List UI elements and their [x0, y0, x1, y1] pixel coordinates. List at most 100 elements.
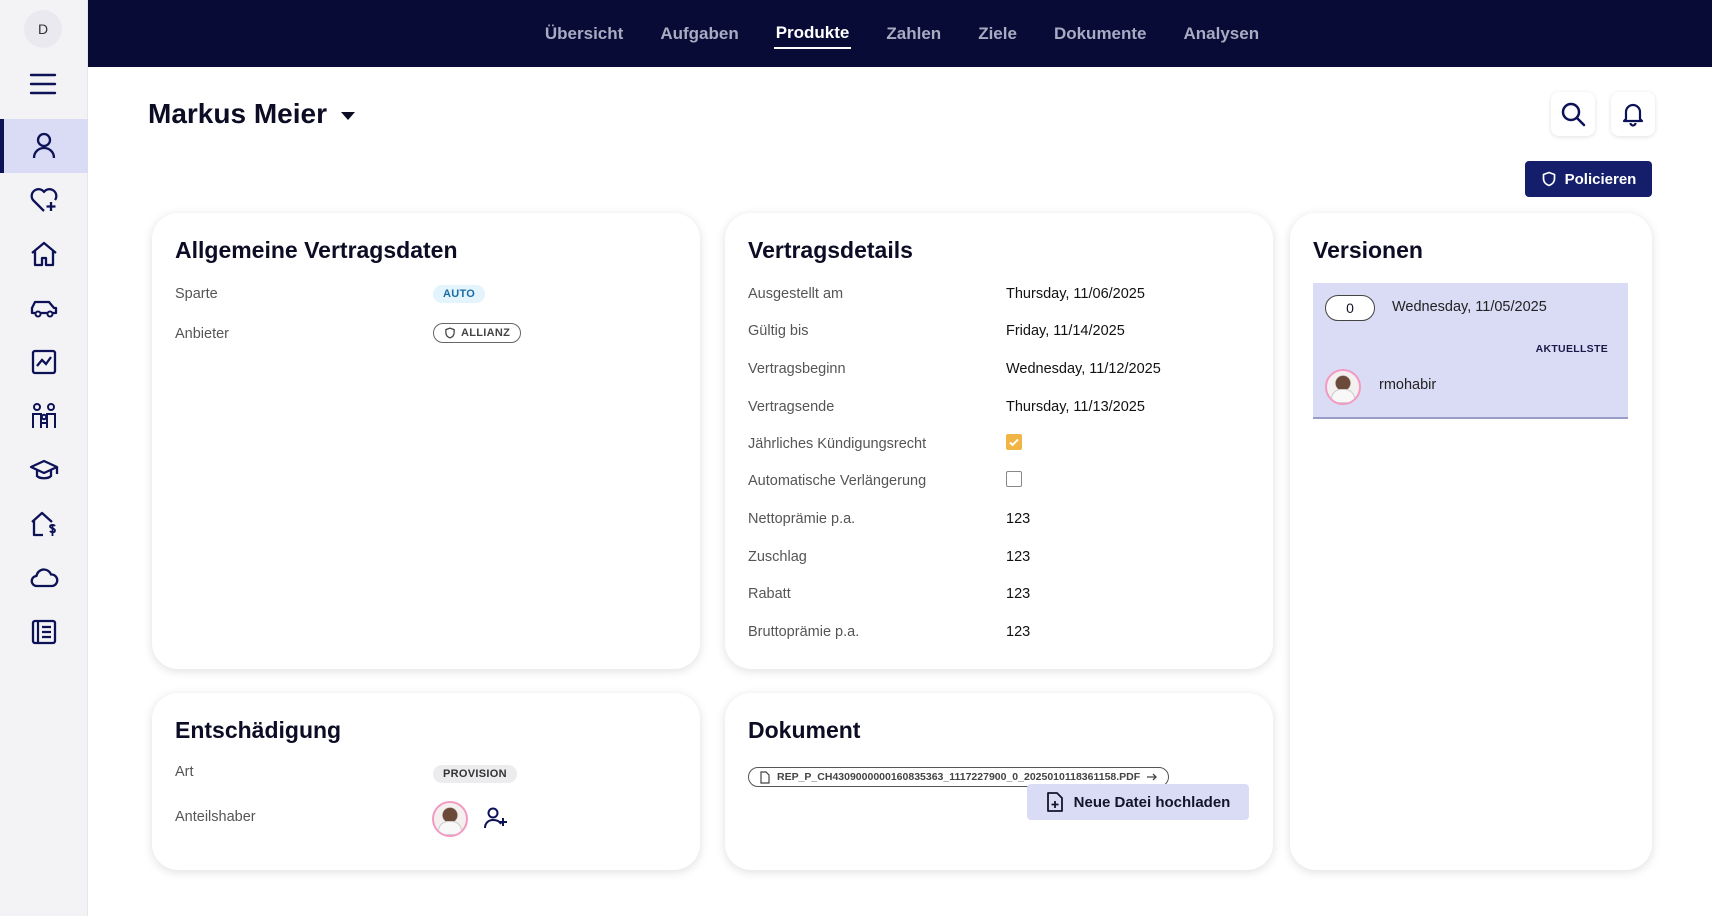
- sidebar-item-documents[interactable]: [0, 605, 88, 659]
- sidebar-item-mortgage[interactable]: [0, 497, 88, 551]
- person-name: Markus Meier: [148, 98, 327, 129]
- tab-zahlen[interactable]: Zahlen: [884, 20, 943, 48]
- top-navigation-bar: Übersicht Aufgaben Produkte Zahlen Ziele…: [88, 0, 1712, 67]
- arrow-right-icon: [1147, 773, 1158, 781]
- checkmark-icon: [1009, 438, 1019, 447]
- detail-row: Bruttoprämie p.a. 123: [748, 624, 1253, 648]
- main-tabs: Übersicht Aufgaben Produkte Zahlen Ziele…: [88, 0, 1712, 67]
- latest-tag: AKTUELLSTE: [1535, 343, 1608, 355]
- user-avatar[interactable]: D: [24, 10, 62, 48]
- sidebar-item-cloud[interactable]: [0, 551, 88, 605]
- sparte-badge: AUTO: [433, 285, 486, 303]
- art-label: Art: [175, 764, 194, 780]
- cloud-icon: [30, 568, 59, 588]
- family-icon: [32, 403, 56, 428]
- detail-label: Vertragsende: [748, 399, 835, 415]
- version-number: 0: [1325, 295, 1375, 321]
- detail-value: 123: [1006, 624, 1031, 640]
- sidebar-item-car[interactable]: [0, 281, 88, 335]
- sidebar-item-investments[interactable]: [0, 335, 88, 389]
- search-icon: [1561, 102, 1586, 127]
- car-icon: [30, 300, 58, 318]
- heart-plus-icon: [30, 188, 58, 212]
- detail-value: Wednesday, 11/12/2025: [1006, 361, 1161, 377]
- tab-ziele[interactable]: Ziele: [976, 20, 1019, 48]
- document-filename: REP_P_CH4309000000160835363_1117227900_0…: [777, 771, 1141, 783]
- sparte-row: Sparte AUTO: [175, 285, 680, 310]
- detail-row: Vertragsbeginn Wednesday, 11/12/2025: [748, 361, 1253, 385]
- contract-details-card: Vertragsdetails Ausgestellt am Thursday,…: [725, 213, 1273, 669]
- holder-avatar[interactable]: [432, 801, 468, 837]
- detail-label: Rabatt: [748, 586, 791, 602]
- version-date: Wednesday, 11/05/2025: [1392, 299, 1547, 315]
- shield-icon: [1542, 171, 1555, 187]
- version-item[interactable]: 0 Wednesday, 11/05/2025 AKTUELLSTE rmoha…: [1313, 283, 1628, 419]
- document-card: Dokument REP_P_CH4309000000160835363_111…: [725, 693, 1273, 870]
- detail-row: Nettoprämie p.a. 123: [748, 511, 1253, 535]
- card-title: Versionen: [1313, 237, 1423, 263]
- art-badge: PROVISION: [433, 765, 517, 783]
- detail-row: Automatische Verlängerung: [748, 471, 1253, 497]
- holders-label: Anteilshaber: [175, 809, 256, 825]
- hamburger-menu-icon[interactable]: [29, 72, 57, 96]
- anbieter-value: ALLIANZ: [461, 327, 511, 339]
- house-dollar-icon: [31, 511, 56, 537]
- detail-label: Vertragsbeginn: [748, 361, 846, 377]
- search-button[interactable]: [1551, 92, 1595, 136]
- detail-value: 123: [1006, 511, 1031, 527]
- card-title: Vertragsdetails: [748, 237, 913, 263]
- art-row: Art PROVISION: [175, 764, 680, 788]
- sidebar-item-family[interactable]: [0, 389, 88, 443]
- graduation-cap-icon: [29, 459, 59, 480]
- detail-row: Jährliches Kündigungsrecht: [748, 434, 1253, 460]
- anbieter-row: Anbieter ALLIANZ: [175, 323, 680, 350]
- user-icon: [32, 132, 56, 159]
- version-user-avatar: [1325, 369, 1361, 405]
- anbieter-badge: ALLIANZ: [433, 323, 522, 343]
- detail-row: Ausgestellt am Thursday, 11/06/2025: [748, 286, 1253, 310]
- detail-label: Nettoprämie p.a.: [748, 511, 856, 527]
- holders-row: Anteilshaber: [175, 801, 680, 837]
- kuendigungsrecht-checkbox[interactable]: [1006, 434, 1022, 450]
- sidebar-item-person[interactable]: [0, 119, 88, 173]
- sparte-label: Sparte: [175, 286, 218, 302]
- chart-line-icon: [31, 349, 57, 375]
- tab-aufgaben[interactable]: Aufgaben: [658, 20, 740, 48]
- home-icon: [31, 241, 57, 267]
- detail-label: Gültig bis: [748, 323, 809, 339]
- upload-label: Neue Datei hochladen: [1073, 793, 1231, 811]
- sidebar-item-health[interactable]: [0, 173, 88, 227]
- notifications-button[interactable]: [1611, 92, 1655, 136]
- file-plus-icon: [1046, 792, 1063, 812]
- tab-produkte[interactable]: Produkte: [773, 19, 852, 49]
- versions-card: Versionen 0 Wednesday, 11/05/2025 AKTUEL…: [1290, 213, 1652, 870]
- detail-value: 123: [1006, 549, 1031, 565]
- card-title: Entschädigung: [175, 717, 342, 743]
- detail-row: Vertragsende Thursday, 11/13/2025: [748, 399, 1253, 423]
- general-contract-card: Allgemeine Vertragsdaten Sparte AUTO Anb…: [152, 213, 700, 669]
- sidebar-item-home[interactable]: [0, 227, 88, 281]
- compensation-card: Entschädigung Art PROVISION Anteilshaber: [152, 693, 700, 870]
- detail-label: Zuschlag: [748, 549, 807, 565]
- card-title: Allgemeine Vertragsdaten: [175, 237, 458, 263]
- add-user-icon[interactable]: [483, 805, 509, 831]
- policieren-button[interactable]: Policieren: [1525, 161, 1652, 197]
- detail-label: Ausgestellt am: [748, 286, 844, 302]
- tab-dokumente[interactable]: Dokumente: [1052, 20, 1149, 48]
- sidebar: D: [0, 0, 88, 916]
- upload-file-button[interactable]: Neue Datei hochladen: [1027, 784, 1249, 820]
- document-list-icon: [31, 619, 57, 645]
- verlaengerung-checkbox[interactable]: [1006, 471, 1022, 487]
- detail-row: Gültig bis Friday, 11/14/2025: [748, 323, 1253, 347]
- sidebar-item-education[interactable]: [0, 443, 88, 497]
- policieren-label: Policieren: [1564, 170, 1637, 188]
- tab-uebersicht[interactable]: Übersicht: [543, 20, 625, 48]
- pdf-file-icon: [760, 770, 770, 784]
- detail-label: Bruttoprämie p.a.: [748, 624, 860, 640]
- anbieter-label: Anbieter: [175, 326, 230, 342]
- tab-analysen[interactable]: Analysen: [1182, 20, 1262, 48]
- person-selector[interactable]: Markus Meier: [148, 98, 355, 130]
- caret-down-icon: [340, 112, 355, 120]
- version-user: rmohabir: [1379, 377, 1437, 393]
- detail-value: Thursday, 11/06/2025: [1006, 286, 1145, 302]
